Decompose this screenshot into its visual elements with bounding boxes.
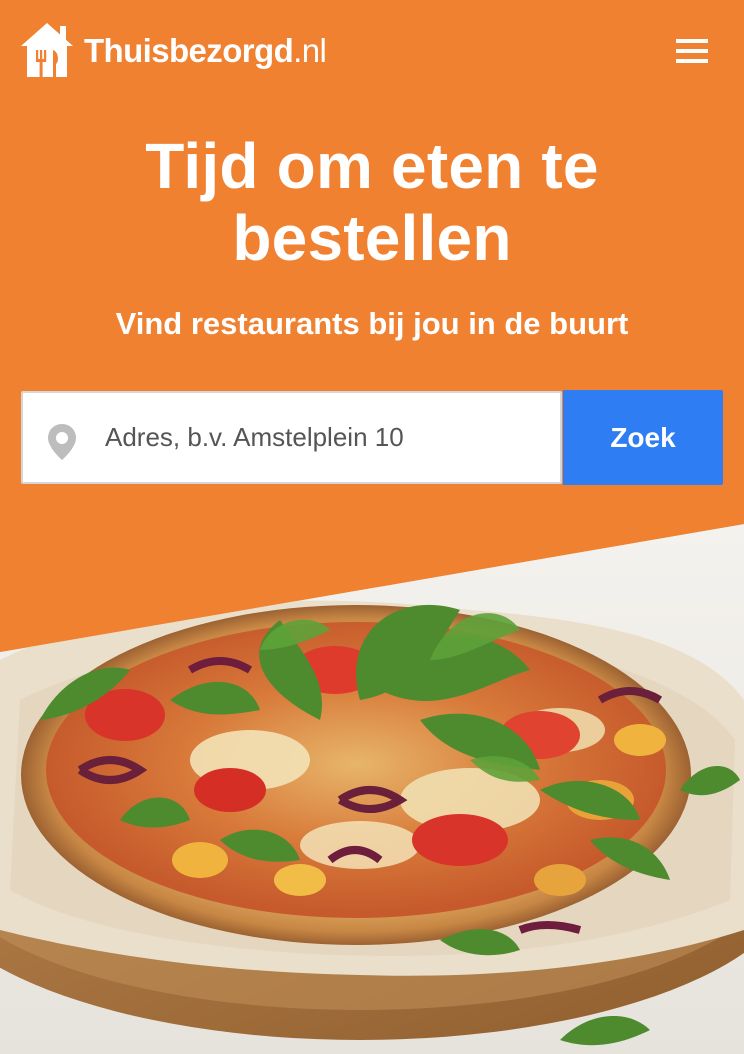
house-fork-knife-icon <box>21 23 73 77</box>
landing-page: Thuisbezorgd.nl Tijd om eten te bestelle… <box>0 0 744 1054</box>
search-button[interactable]: Zoek <box>563 390 723 485</box>
brand-name: Thuisbezorgd.nl <box>84 31 327 69</box>
hero-title: Tijd om eten te bestellen <box>145 130 599 274</box>
hamburger-menu-icon <box>676 39 708 63</box>
address-search-input[interactable] <box>105 393 555 482</box>
location-pin-icon <box>48 424 76 460</box>
brand-logo[interactable]: Thuisbezorgd.nl <box>18 20 327 80</box>
hero-subtitle: Vind restaurants bij jou in de buurt <box>115 306 629 341</box>
site-header: Thuisbezorgd.nl <box>0 0 744 100</box>
brand-tld: .nl <box>293 31 327 69</box>
hamburger-menu-button[interactable] <box>672 34 712 68</box>
address-search-box <box>21 391 562 484</box>
